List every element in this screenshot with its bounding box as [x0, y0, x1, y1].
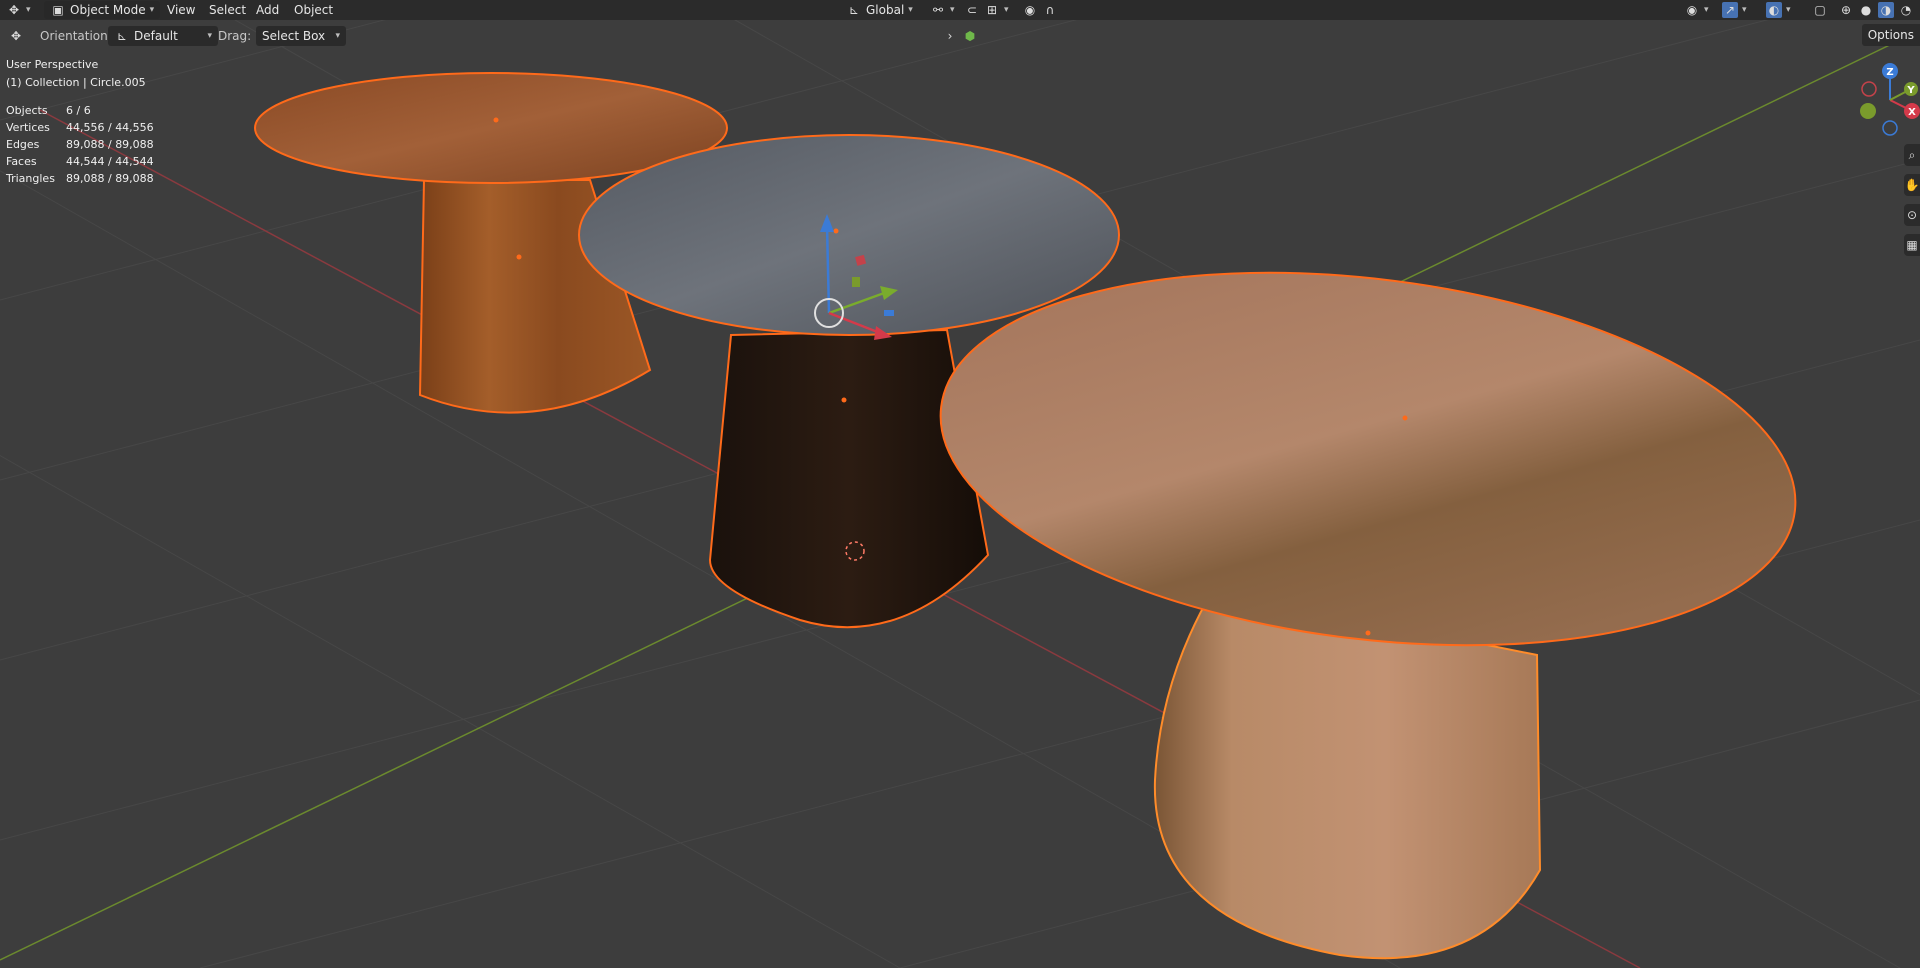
- chevron-down-icon: ▾: [207, 31, 212, 41]
- orientation-value: Default: [134, 29, 178, 43]
- chevron-down-icon: ▾: [908, 5, 913, 15]
- tool-settings-bar: ✥ Orientation: ⊾ Default ▾ Drag: Select …: [0, 24, 1920, 48]
- mode-select[interactable]: ▣ Object Mode ▾: [44, 1, 161, 19]
- chevron-down-icon: ▾: [950, 5, 955, 15]
- overlay-icon: ◐: [1766, 2, 1782, 18]
- mode-label: Object Mode: [70, 3, 146, 17]
- chevron-down-icon: ▾: [1704, 5, 1709, 15]
- gizmo-y-label: Y: [1906, 85, 1915, 96]
- link-icon: ⚯: [932, 3, 944, 17]
- stat-triangles: Triangles 89,088 / 89,088: [6, 172, 154, 185]
- proportional-edit-toggle[interactable]: ◉ ∩: [1022, 1, 1058, 19]
- shading-modes[interactable]: ⊕ ● ◑ ◔: [1838, 1, 1914, 19]
- transform-orientation-value: Global: [866, 3, 905, 17]
- axis-icon: ⊾: [116, 29, 128, 43]
- asset-cube-icon: ⬢: [964, 29, 976, 43]
- collection-label: (1) Collection | Circle.005: [6, 76, 146, 89]
- scene-render[interactable]: Z Y X: [0, 0, 1920, 968]
- menu-select[interactable]: Select: [209, 1, 246, 19]
- stat-objects: Objects 6 / 6: [6, 104, 91, 117]
- drag-value: Select Box: [262, 29, 326, 43]
- snap-toggle[interactable]: ⊂: [964, 1, 980, 19]
- material-shading-icon[interactable]: ◑: [1878, 2, 1894, 18]
- camera-view-button[interactable]: ⊙: [1904, 204, 1920, 226]
- chevron-down-icon: ▾: [1742, 5, 1747, 15]
- gizmo-z-label: Z: [1886, 67, 1893, 78]
- transform-orientation-select[interactable]: ⊾ Global ▾: [846, 1, 913, 19]
- stat-vertices: Vertices 44,556 / 44,556: [6, 121, 154, 134]
- chevron-down-icon: ▾: [149, 5, 155, 15]
- gizmo-x-label: X: [1908, 107, 1916, 118]
- rendered-shading-icon[interactable]: ◔: [1898, 2, 1914, 18]
- overlay-toggle[interactable]: ◐ ▾: [1766, 1, 1791, 19]
- editor-type-button[interactable]: ✥ ▾: [6, 1, 31, 19]
- falloff-icon: ∩: [1045, 3, 1055, 17]
- gizmo-toggle[interactable]: ↗ ▾: [1722, 1, 1747, 19]
- xray-toggle[interactable]: ▢: [1812, 1, 1828, 19]
- axis-icon: ⊾: [848, 3, 860, 17]
- solid-shading-icon[interactable]: ●: [1858, 2, 1874, 18]
- stat-edges: Edges 89,088 / 89,088: [6, 138, 154, 151]
- table-front[interactable]: [919, 228, 1816, 960]
- options-button[interactable]: Options: [1861, 24, 1920, 46]
- magnifier-icon: ⌕: [1908, 148, 1916, 162]
- chevron-down-icon: ▾: [1004, 5, 1009, 15]
- chevron-down-icon: ▾: [26, 5, 31, 15]
- orientation-select[interactable]: ⊾ Default ▾: [108, 26, 218, 46]
- gizmo-icon: ↗: [1722, 2, 1738, 18]
- orientation-label: Orientation:: [40, 29, 112, 43]
- snap-increment-icon: ⊞: [986, 3, 998, 17]
- perspective-label: User Perspective: [6, 58, 99, 71]
- move-icon: ✥: [10, 29, 22, 43]
- menu-object[interactable]: Object: [294, 1, 333, 19]
- chevron-down-icon: ▾: [335, 31, 340, 41]
- transform-tool-button[interactable]: ✥: [8, 26, 24, 46]
- object-mode-icon: ▣: [52, 3, 64, 17]
- menu-view[interactable]: View: [167, 1, 195, 19]
- 3d-viewport[interactable]: Z Y X: [0, 0, 1920, 968]
- magnet-icon: ⊂: [966, 3, 978, 17]
- hand-icon: ✋: [1904, 178, 1920, 192]
- drag-label: Drag:: [218, 29, 252, 43]
- asset-shelf-toggle[interactable]: › ⬢: [942, 26, 978, 46]
- proportional-edit-icon: ◉: [1024, 3, 1036, 17]
- header-bar: ✥ ▾ ▣ Object Mode ▾ View Select Add Objec…: [0, 0, 1920, 20]
- perspective-toggle-button[interactable]: ▦: [1904, 234, 1920, 256]
- grid-icon: ▦: [1906, 238, 1918, 252]
- pan-button[interactable]: ✋: [1904, 174, 1920, 196]
- snap-select[interactable]: ⊞ ▾: [984, 1, 1009, 19]
- stat-faces: Faces 44,544 / 44,544: [6, 155, 154, 168]
- chevron-down-icon: ▾: [1786, 5, 1791, 15]
- visibility-select[interactable]: ◉ ▾: [1684, 1, 1709, 19]
- move-icon: ✥: [8, 3, 20, 17]
- xray-icon: ▢: [1814, 3, 1826, 17]
- drag-select[interactable]: Select Box ▾: [256, 26, 346, 46]
- camera-icon: ⊙: [1906, 208, 1918, 222]
- wireframe-shading-icon[interactable]: ⊕: [1838, 2, 1854, 18]
- menu-add[interactable]: Add: [256, 1, 279, 19]
- chevron-right-icon: ›: [947, 29, 953, 43]
- zoom-button[interactable]: ⌕: [1904, 144, 1920, 166]
- eye-icon: ◉: [1686, 3, 1698, 17]
- pivot-select[interactable]: ⚯ ▾: [930, 1, 955, 19]
